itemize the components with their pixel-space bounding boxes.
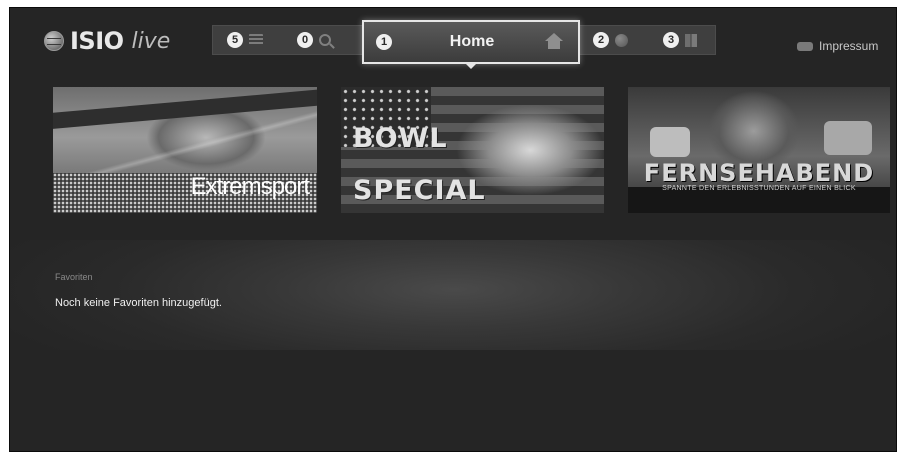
list-icon (249, 34, 263, 46)
nav-number-badge: 3 (663, 32, 679, 48)
banner-title-line2: SPECIAL (353, 175, 486, 206)
banner-super-bowl-special[interactable]: BOWL SPECIAL (341, 87, 604, 213)
nav-number-badge: 2 (593, 32, 609, 48)
banner-title: Extremsport (190, 173, 310, 200)
banner-extremsport[interactable]: Extremsport (53, 87, 317, 213)
globe-icon (44, 31, 64, 51)
content-highlight (10, 240, 896, 350)
home-icon (544, 33, 564, 51)
tab-home-label: Home (449, 33, 495, 50)
tab-home[interactable]: 1 Home (362, 20, 580, 64)
logo-brand: ISIO (70, 27, 124, 55)
banner-decoration (650, 127, 690, 157)
book-icon (685, 33, 697, 47)
nav-item-search[interactable]: 0 (297, 26, 331, 54)
tag-icon (797, 41, 813, 51)
impressum-label: Impressum (819, 39, 879, 53)
nav-number-badge: 0 (297, 32, 313, 48)
favorites-empty-message: Noch keine Favoriten hinzugefügt. (55, 297, 222, 309)
favorites-heading: Favoriten (55, 272, 93, 282)
impressum-link[interactable]: Impressum (797, 39, 878, 53)
banner-title: FERNSEHABEND (643, 159, 875, 187)
app-window: ISIO live 5 0 2 3 1 Home Impressum Extre… (9, 7, 897, 452)
logo-suffix: live (131, 28, 171, 54)
nav-number-badge: 1 (376, 34, 392, 50)
banner-fernsehabend[interactable]: FERNSEHABEND SPANNTE DEN ERLEBNISSTUNDEN… (628, 87, 890, 213)
active-tab-pointer (464, 62, 478, 69)
banner-decoration (824, 121, 872, 155)
isio-live-logo: ISIO live (44, 24, 170, 58)
globe-icon (615, 33, 628, 47)
banner-subtitle: SPANNTE DEN ERLEBNISSTUNDEN AUF EINEN BL… (662, 185, 856, 192)
nav-number-badge: 5 (227, 32, 243, 48)
nav-item-list[interactable]: 5 (227, 26, 263, 54)
search-icon (319, 34, 331, 46)
banner-decoration (53, 88, 317, 130)
nav-item-book[interactable]: 3 (663, 26, 697, 54)
nav-item-globe[interactable]: 2 (593, 26, 628, 54)
banner-title-line1: BOWL (353, 123, 448, 154)
